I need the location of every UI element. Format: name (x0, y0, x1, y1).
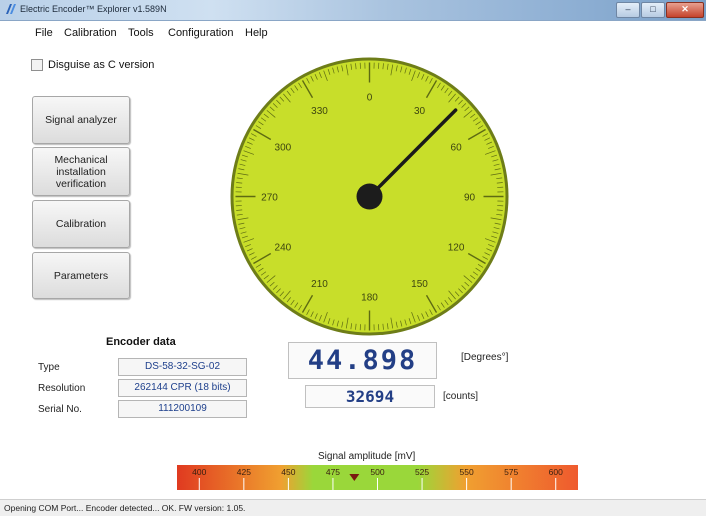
menu-help[interactable]: Help (245, 27, 268, 39)
menu-configuration[interactable]: Configuration (168, 27, 233, 39)
gauge-label-330: 330 (311, 106, 328, 117)
gauge-label-150: 150 (411, 279, 428, 290)
maximize-button[interactable]: □ (641, 2, 665, 18)
gauge-label-300: 300 (275, 143, 292, 154)
title-bar: Electric Encoder™ Explorer v1.589N – □ ✕ (0, 0, 706, 21)
encoder-data-panel: Encoder data Type DS-58-32-SG-02 Resolut… (30, 336, 250, 422)
resolution-label: Resolution (38, 383, 85, 394)
window-controls: – □ ✕ (615, 2, 704, 17)
menu-file[interactable]: File (35, 27, 53, 39)
app-logo-icon (5, 3, 17, 15)
serial-no-label: Serial No. (38, 404, 82, 415)
amplitude-tick-label-500: 500 (370, 467, 384, 477)
status-bar: Opening COM Port... Encoder detected... … (0, 499, 706, 516)
gauge-label-60: 60 (451, 143, 463, 154)
gauge-label-210: 210 (311, 279, 328, 290)
amplitude-tick-label-400: 400 (192, 467, 206, 477)
type-label: Type (38, 362, 60, 373)
status-text: Opening COM Port... Encoder detected... … (4, 503, 245, 513)
amplitude-tick-label-550: 550 (460, 467, 474, 477)
amplitude-tick-label-475: 475 (326, 467, 340, 477)
amplitude-tick-label-525: 525 (415, 467, 429, 477)
disguise-checkbox-label: Disguise as C version (48, 59, 154, 71)
disguise-checkbox[interactable] (31, 59, 43, 71)
amplitude-tick-label-425: 425 (237, 467, 251, 477)
gauge-hub (357, 184, 383, 210)
counts-readout: 32694 (305, 385, 435, 408)
gauge-label-90: 90 (464, 193, 476, 204)
amplitude-tick-label-575: 575 (504, 467, 518, 477)
signal-amplitude-label: Signal amplitude [mV] (318, 451, 415, 462)
mechanical-installation-verification-button[interactable]: Mechanical installation verification (32, 147, 130, 196)
degrees-unit: [Degrees°] (461, 352, 508, 363)
gauge-label-0: 0 (367, 93, 373, 104)
menu-tools[interactable]: Tools (128, 27, 154, 39)
close-button[interactable]: ✕ (666, 2, 704, 18)
gauge-label-270: 270 (261, 193, 278, 204)
counts-unit: [counts] (443, 391, 478, 402)
window-title: Electric Encoder™ Explorer v1.589N (20, 4, 167, 14)
encoder-data-title: Encoder data (106, 336, 176, 348)
disguise-checkbox-row[interactable]: Disguise as C version (31, 58, 154, 72)
minimize-button[interactable]: – (616, 2, 640, 18)
parameters-button[interactable]: Parameters (32, 252, 130, 299)
gauge-label-120: 120 (448, 243, 465, 254)
type-value: DS-58-32-SG-02 (118, 358, 247, 376)
signal-amplitude-bar: 400 425 450 475 500 525 550 575 600 (177, 465, 578, 490)
angle-gauge: 0 30 60 90 120 150 180 210 240 270 300 330 (228, 55, 511, 338)
amplitude-tick-label-600: 600 (549, 467, 563, 477)
menu-bar: File Calibration Tools Configuration Hel… (0, 21, 706, 43)
gauge-label-180: 180 (361, 293, 378, 304)
serial-no-value: 111200109 (118, 400, 247, 418)
resolution-value: 262144 CPR (18 bits) (118, 379, 247, 397)
menu-calibration[interactable]: Calibration (64, 27, 117, 39)
degrees-readout: 44.898 (288, 342, 437, 379)
gauge-label-30: 30 (414, 106, 426, 117)
amplitude-tick-label-450: 450 (281, 467, 295, 477)
calibration-button[interactable]: Calibration (32, 200, 130, 248)
gauge-label-240: 240 (275, 243, 292, 254)
signal-analyzer-button[interactable]: Signal analyzer (32, 96, 130, 144)
